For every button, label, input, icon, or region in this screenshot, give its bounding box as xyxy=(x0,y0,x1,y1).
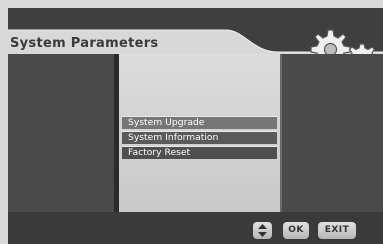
menu-item-factory-reset[interactable]: Factory Reset xyxy=(122,146,277,159)
menu-item-system-information[interactable]: System Information xyxy=(122,131,277,144)
page-title: System Parameters xyxy=(10,36,159,51)
left-panel xyxy=(8,54,114,212)
settings-menu: System Upgrade System Information Factor… xyxy=(122,116,277,161)
right-panel xyxy=(280,54,383,212)
menu-item-system-upgrade[interactable]: System Upgrade xyxy=(122,116,277,129)
exit-button[interactable]: EXIT xyxy=(318,222,356,239)
up-down-arrows-icon xyxy=(253,222,272,239)
system-parameters-screen: System Parameters System Upgrade System … xyxy=(8,8,383,244)
ok-button[interactable]: OK xyxy=(283,222,309,239)
navigate-button[interactable] xyxy=(253,222,272,239)
